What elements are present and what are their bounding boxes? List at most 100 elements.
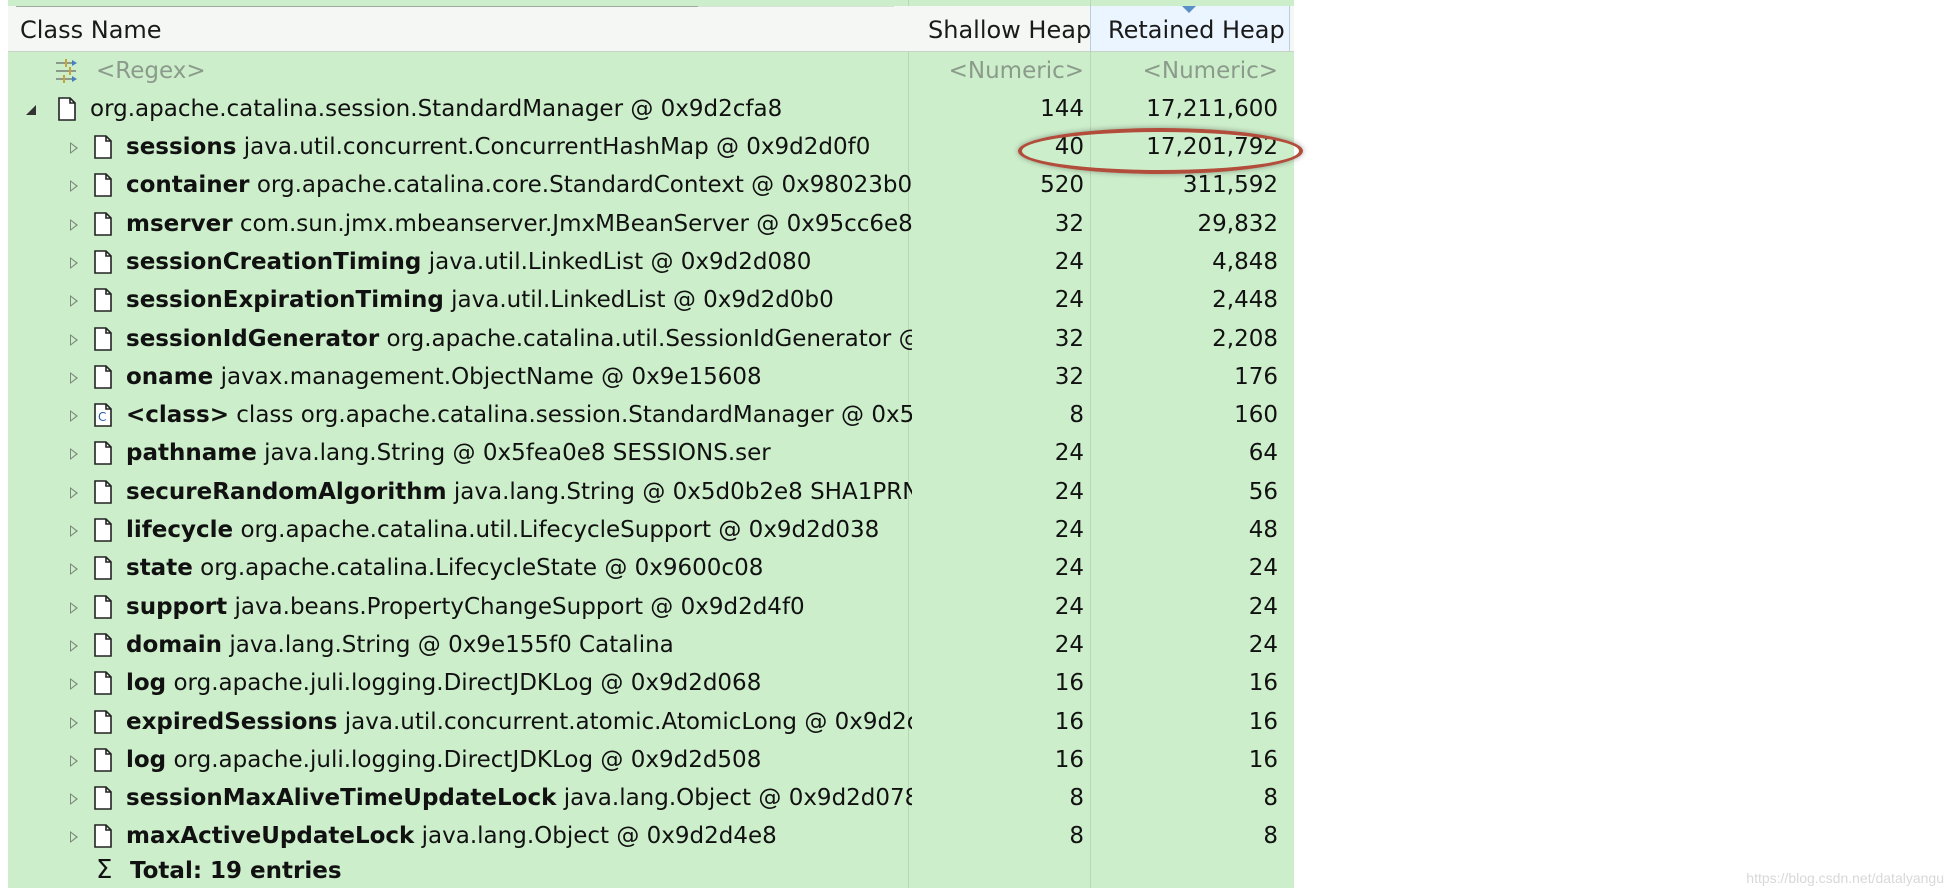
field-name-cell: log org.apache.juli.logging.DirectJDKLog…	[126, 747, 912, 773]
collapse-arrow-icon[interactable]	[24, 103, 38, 117]
field-name: domain	[126, 631, 223, 658]
field-name: lifecycle	[126, 517, 234, 543]
retained-heap-cell: 24	[1248, 593, 1278, 620]
tree-row[interactable]: sessionMaxAliveTimeUpdateLock java.lang.…	[8, 780, 1294, 818]
tree-row[interactable]: expiredSessions java.util.concurrent.ato…	[8, 704, 1294, 742]
filter-row[interactable]: <Regex> <Numeric> <Numeric>	[8, 53, 1294, 91]
object-icon	[94, 441, 112, 466]
object-icon	[94, 594, 112, 619]
column-header-retained-heap[interactable]: Retained Heap	[1108, 16, 1285, 44]
expand-arrow-icon[interactable]	[70, 371, 78, 384]
shallow-heap-cell: 520	[1040, 172, 1084, 199]
class-name-filter-input[interactable]: <Regex>	[96, 58, 206, 84]
expand-arrow-icon[interactable]	[70, 754, 78, 767]
field-name-cell: lifecycle org.apache.catalina.util.Lifec…	[126, 517, 912, 543]
field-type: java.util.LinkedList @ 0x9d2d0b0	[451, 287, 834, 314]
shallow-heap-cell: 24	[1054, 555, 1084, 582]
expand-arrow-icon[interactable]	[70, 563, 78, 576]
field-type: java.util.concurrent.atomic.AtomicLong @…	[344, 708, 912, 735]
shallow-heap-cell: 24	[1054, 440, 1084, 467]
field-name: sessionCreationTiming	[126, 248, 422, 275]
field-type: java.lang.String @ 0x9e155f0 Catalina	[229, 631, 674, 658]
field-type: java.util.concurrent.ConcurrentHashMap @…	[243, 134, 871, 160]
expand-arrow-icon[interactable]	[70, 218, 78, 231]
retained-heap-cell: 8	[1263, 785, 1278, 812]
tree-row[interactable]: support java.beans.PropertyChangeSupport…	[8, 589, 1294, 627]
tree-row[interactable]: maxActiveUpdateLock java.lang.Object @ 0…	[8, 818, 1294, 856]
object-icon	[94, 556, 112, 581]
field-type: java.lang.Object @ 0x9d2d4e8	[421, 823, 777, 850]
retained-heap-cell: 64	[1248, 440, 1278, 467]
retained-heap-cell: 48	[1248, 517, 1278, 543]
retained-heap-cell: 56	[1248, 478, 1278, 505]
tree-row[interactable]: mserver com.sun.jmx.mbeanserver.JmxMBean…	[8, 206, 1294, 244]
retained-heap-filter-input[interactable]: <Numeric>	[1143, 58, 1278, 84]
field-name-cell: state org.apache.catalina.LifecycleState…	[126, 555, 912, 581]
field-type: java.lang.Object @ 0x9d2d078	[563, 785, 912, 812]
expand-arrow-icon[interactable]	[70, 525, 78, 537]
retained-heap-cell: 2,208	[1212, 325, 1278, 352]
field-name: expiredSessions	[126, 708, 338, 735]
expand-arrow-icon[interactable]	[70, 486, 78, 499]
field-name-cell: oname javax.management.ObjectName @ 0x9e…	[126, 364, 912, 390]
object-icon	[94, 518, 112, 542]
expand-arrow-icon[interactable]	[70, 639, 78, 652]
field-name: pathname	[126, 440, 257, 467]
expand-arrow-icon[interactable]	[70, 831, 78, 844]
expand-arrow-icon[interactable]	[70, 333, 78, 346]
field-name-cell: support java.beans.PropertyChangeSupport…	[126, 594, 912, 620]
expand-arrow-icon[interactable]	[70, 256, 78, 269]
tree-row[interactable]: sessionIdGenerator org.apache.catalina.u…	[8, 321, 1294, 359]
tree-row[interactable]: log org.apache.juli.logging.DirectJDKLog…	[8, 665, 1294, 703]
column-header-class-name[interactable]: Class Name	[20, 16, 162, 44]
tree-row[interactable]: lifecycle org.apache.catalina.util.Lifec…	[8, 512, 1294, 550]
shallow-heap-cell: 8	[1069, 785, 1084, 812]
tree-row[interactable]: sessionCreationTiming java.util.LinkedLi…	[8, 244, 1294, 282]
retained-heap-cell: 16	[1248, 708, 1278, 735]
field-type: org.apache.catalina.util.SessionIdGenera…	[386, 325, 912, 352]
column-header-shallow-heap[interactable]: Shallow Heap	[928, 16, 1091, 44]
tree-row[interactable]: state org.apache.catalina.LifecycleState…	[8, 550, 1294, 588]
total-row: Σ Total: 19 entries	[8, 853, 1294, 891]
field-type: org.apache.catalina.util.LifecycleSuppor…	[240, 517, 880, 543]
object-icon	[94, 479, 112, 504]
expand-arrow-icon[interactable]	[70, 601, 78, 614]
tree-row[interactable]: domain java.lang.String @ 0x9e155f0 Cata…	[8, 627, 1294, 665]
field-name: log	[126, 670, 167, 697]
tree-row-root[interactable]: org.apache.catalina.session.StandardMana…	[8, 91, 1294, 129]
root-retained-heap: 17,211,600	[1146, 96, 1278, 122]
shallow-heap-cell: 16	[1054, 708, 1084, 735]
expand-arrow-icon[interactable]	[70, 793, 78, 806]
tree-row[interactable]: C <class> class org.apache.catalina.sessi…	[8, 397, 1294, 435]
expand-arrow-icon[interactable]	[70, 295, 78, 308]
expand-arrow-icon[interactable]	[70, 678, 78, 691]
field-name-cell: expiredSessions java.util.concurrent.ato…	[126, 709, 912, 735]
retained-heap-cell: 29,832	[1197, 210, 1278, 237]
field-name: container	[126, 172, 250, 199]
shallow-heap-cell: 8	[1069, 402, 1084, 429]
tree-row[interactable]: sessionExpirationTiming java.util.Linked…	[8, 282, 1294, 320]
field-name-cell: mserver com.sun.jmx.mbeanserver.JmxMBean…	[126, 211, 912, 237]
field-name: log	[126, 746, 167, 773]
tree-row[interactable]: container org.apache.catalina.core.Stand…	[8, 167, 1294, 205]
expand-arrow-icon[interactable]	[70, 410, 78, 423]
tree-row[interactable]: log org.apache.juli.logging.DirectJDKLog…	[8, 742, 1294, 780]
expand-arrow-icon[interactable]	[70, 716, 78, 729]
tree-row[interactable]: secureRandomAlgorithm java.lang.String @…	[8, 474, 1294, 512]
field-name: sessions	[126, 134, 237, 160]
expand-arrow-icon[interactable]	[70, 448, 78, 461]
field-type: com.sun.jmx.mbeanserver.JmxMBeanServer @…	[239, 210, 912, 237]
expand-arrow-icon[interactable]	[70, 142, 78, 154]
field-type: org.apache.catalina.core.StandardContext…	[256, 172, 912, 199]
field-type: java.beans.PropertyChangeSupport @ 0x9d2…	[234, 593, 805, 620]
retained-heap-cell: 16	[1248, 670, 1278, 697]
shallow-heap-cell: 24	[1054, 248, 1084, 275]
tree-row[interactable]: pathname java.lang.String @ 0x5fea0e8 SE…	[8, 435, 1294, 473]
class-icon: C	[94, 403, 112, 427]
tree-row[interactable]: oname javax.management.ObjectName @ 0x9e…	[8, 359, 1294, 397]
retained-heap-cell: 16	[1248, 746, 1278, 773]
retained-heap-cell: 160	[1234, 402, 1278, 429]
field-type: org.apache.juli.logging.DirectJDKLog @ 0…	[173, 746, 762, 773]
shallow-heap-filter-input[interactable]: <Numeric>	[949, 58, 1084, 84]
expand-arrow-icon[interactable]	[70, 180, 78, 193]
